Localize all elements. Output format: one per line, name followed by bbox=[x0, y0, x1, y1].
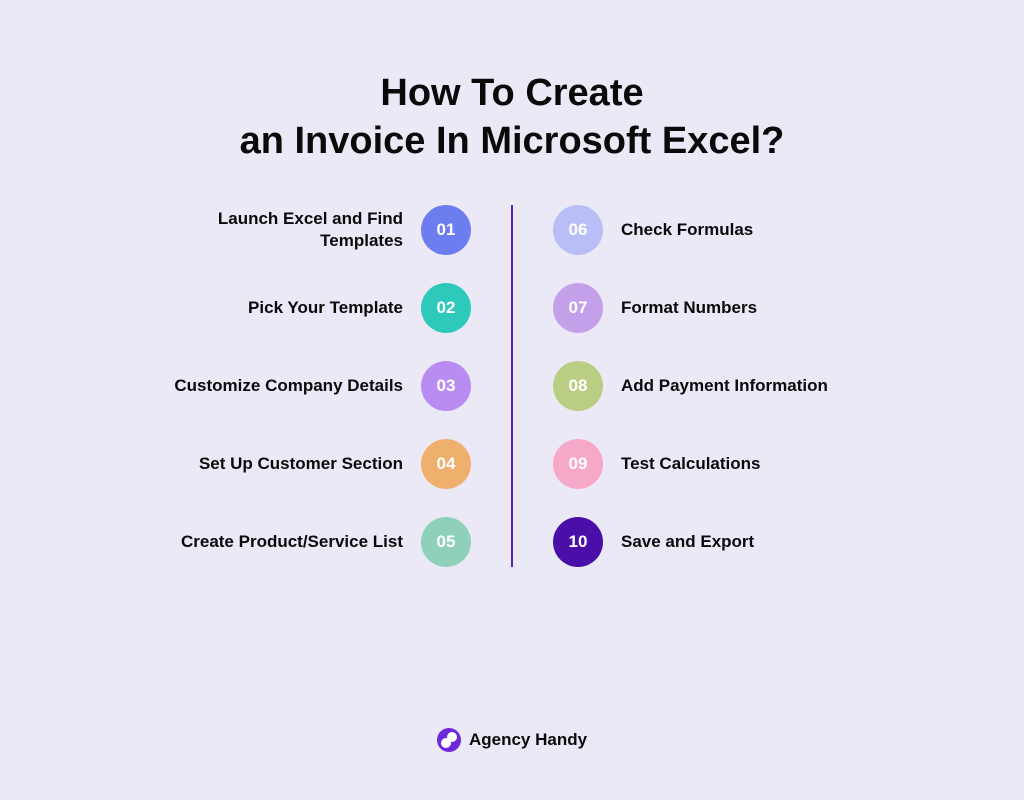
step-badge: 09 bbox=[553, 439, 603, 489]
step-label: Add Payment Information bbox=[621, 375, 828, 397]
steps-right-column: 06 Check Formulas 07 Format Numbers 08 A… bbox=[553, 205, 953, 567]
footer: Agency Handy bbox=[0, 728, 1024, 752]
step-badge: 07 bbox=[553, 283, 603, 333]
step-badge: 06 bbox=[553, 205, 603, 255]
step-badge: 10 bbox=[553, 517, 603, 567]
step-row: Create Product/Service List 05 bbox=[71, 517, 471, 567]
step-row: Launch Excel and Find Templates 01 bbox=[71, 205, 471, 255]
step-badge: 04 bbox=[421, 439, 471, 489]
title-line-2: an Invoice In Microsoft Excel? bbox=[240, 120, 785, 162]
title-line-1: How To Create bbox=[380, 72, 643, 114]
step-row: 08 Add Payment Information bbox=[553, 361, 953, 411]
step-badge: 08 bbox=[553, 361, 603, 411]
step-row: 07 Format Numbers bbox=[553, 283, 953, 333]
step-label: Launch Excel and Find Templates bbox=[143, 208, 403, 252]
brand-name: Agency Handy bbox=[469, 730, 587, 750]
step-row: 06 Check Formulas bbox=[553, 205, 953, 255]
step-label: Customize Company Details bbox=[174, 375, 403, 397]
step-row: 10 Save and Export bbox=[553, 517, 953, 567]
step-label: Check Formulas bbox=[621, 219, 753, 241]
step-badge: 05 bbox=[421, 517, 471, 567]
step-row: Pick Your Template 02 bbox=[71, 283, 471, 333]
page-title: How To Create an Invoice In Microsoft Ex… bbox=[0, 0, 1024, 205]
vertical-divider bbox=[511, 205, 513, 567]
step-label: Format Numbers bbox=[621, 297, 757, 319]
steps-left-column: Launch Excel and Find Templates 01 Pick … bbox=[71, 205, 471, 567]
step-badge: 02 bbox=[421, 283, 471, 333]
step-row: Customize Company Details 03 bbox=[71, 361, 471, 411]
step-label: Save and Export bbox=[621, 531, 754, 553]
brand-logo-icon bbox=[437, 728, 461, 752]
step-row: 09 Test Calculations bbox=[553, 439, 953, 489]
step-label: Test Calculations bbox=[621, 453, 761, 475]
step-label: Pick Your Template bbox=[248, 297, 403, 319]
step-badge: 01 bbox=[421, 205, 471, 255]
step-label: Set Up Customer Section bbox=[199, 453, 403, 475]
step-row: Set Up Customer Section 04 bbox=[71, 439, 471, 489]
steps-container: Launch Excel and Find Templates 01 Pick … bbox=[0, 205, 1024, 567]
step-badge: 03 bbox=[421, 361, 471, 411]
step-label: Create Product/Service List bbox=[181, 531, 403, 553]
